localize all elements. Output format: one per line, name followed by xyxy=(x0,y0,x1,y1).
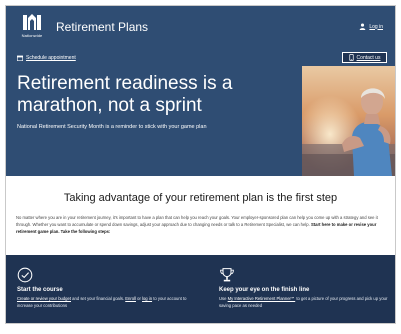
eagle-logo-icon xyxy=(23,14,41,30)
budget-link[interactable]: Create or review your budget xyxy=(17,296,71,301)
trophy-icon xyxy=(220,268,234,282)
brand-logo[interactable]: Nationwide xyxy=(19,12,45,44)
step-title: Start the course xyxy=(17,287,63,293)
runner-photo xyxy=(302,66,395,176)
login-label: Log in xyxy=(369,23,383,30)
runner-image xyxy=(302,66,395,176)
hero-banner: Schedule appointment Contact us Retireme… xyxy=(6,50,395,176)
page-frame: Nationwide Retirement Plans Log in Sched… xyxy=(5,5,396,324)
log-in-link[interactable]: log in xyxy=(142,296,152,301)
schedule-label: Schedule appointment xyxy=(26,55,76,61)
hero-subline: National Retirement Security Month is a … xyxy=(17,124,207,130)
top-bar: Nationwide Retirement Plans Log in xyxy=(6,6,395,50)
step-body: Use My Interactive Retirement Planner℠ t… xyxy=(219,296,389,309)
schedule-appointment-link[interactable]: Schedule appointment xyxy=(17,55,76,61)
login-link[interactable]: Log in xyxy=(359,23,383,30)
step-body: Create or review your budget and set you… xyxy=(17,296,187,309)
enroll-link[interactable]: Enroll xyxy=(125,296,136,301)
contact-us-button[interactable]: Contact us xyxy=(342,52,387,63)
contact-label: Contact us xyxy=(356,54,381,61)
step-text: and set your financial goals. xyxy=(71,296,126,301)
intro-title: Taking advantage of your retirement plan… xyxy=(63,192,338,204)
app-title: Retirement Plans xyxy=(56,20,149,34)
logo-text: Nationwide xyxy=(21,33,43,38)
steps-section: Start the course Create or review your b… xyxy=(6,255,395,323)
hero-headline: Retirement readiness is a marathon, not … xyxy=(17,73,233,116)
step-keep-your-eye: Keep your eye on the finish line Use My … xyxy=(219,267,389,309)
step-text: Use xyxy=(219,296,228,301)
user-icon xyxy=(360,23,366,30)
step-title: Keep your eye on the finish line xyxy=(219,287,310,293)
checkmark-circle-icon xyxy=(17,267,33,283)
phone-icon xyxy=(348,54,354,61)
intro-body: No matter where you are in your retireme… xyxy=(16,214,387,235)
step-start-the-course: Start the course Create or review your b… xyxy=(17,267,187,309)
retirement-planner-link[interactable]: My Interactive Retirement Planner℠ xyxy=(228,296,296,301)
calendar-icon xyxy=(17,55,23,61)
